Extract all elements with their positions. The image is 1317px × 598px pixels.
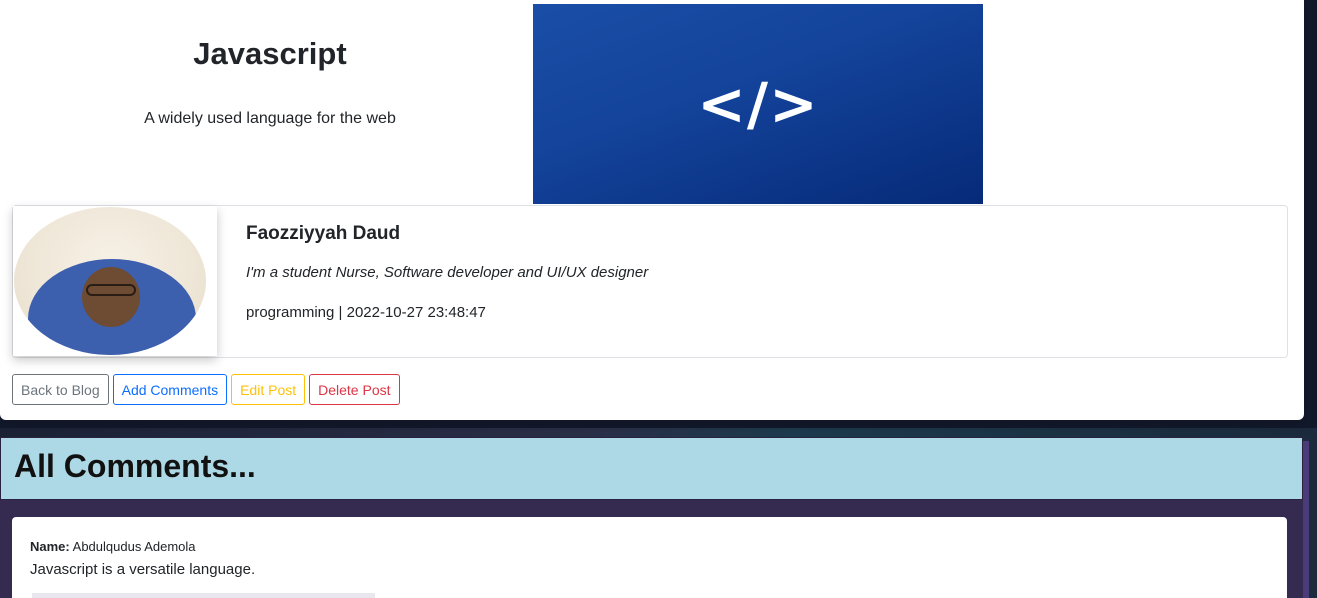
post-actions: Back to Blog Add Comments Edit Post Dele… xyxy=(12,374,400,405)
post-subtitle: A widely used language for the web xyxy=(144,110,396,127)
author-bio: I'm a student Nurse, Software developer … xyxy=(246,264,649,281)
avatar xyxy=(14,207,206,355)
add-comments-button[interactable]: Add Comments xyxy=(112,374,228,405)
comments-header: All Comments... xyxy=(0,437,1303,500)
avatar-frame xyxy=(13,206,217,356)
avatar-face-shape xyxy=(82,267,140,327)
code-brackets-icon: </> xyxy=(697,70,819,138)
comment-text: Javascript is a versatile language. xyxy=(30,561,256,578)
post-card: Javascript A widely used language for th… xyxy=(0,0,1304,420)
author-name: Faozziyyah Daud xyxy=(246,223,401,244)
author-card: Faozziyyah Daud I'm a student Nurse, Sof… xyxy=(12,205,1288,358)
comment-author: Name: Abdulqudus Ademola xyxy=(30,539,196,554)
back-to-blog-button[interactable]: Back to Blog xyxy=(12,374,109,405)
comment-author-name: Abdulqudus Ademola xyxy=(72,539,196,554)
edit-post-button[interactable]: Edit Post xyxy=(231,374,306,405)
avatar-glasses-shape xyxy=(86,284,136,296)
post-meta: programming | 2022-10-27 23:48:47 xyxy=(246,304,486,321)
comment-name-label: Name: xyxy=(30,539,70,554)
comments-heading: All Comments... xyxy=(14,448,256,484)
comments-section: All Comments... Name: Abdulqudus Ademola… xyxy=(0,437,1303,598)
post-cover-image: </> xyxy=(533,4,983,204)
next-comment-edge xyxy=(32,593,375,598)
delete-post-button[interactable]: Delete Post xyxy=(309,374,400,405)
comment-card: Name: Abdulqudus Ademola Javascript is a… xyxy=(12,517,1287,598)
post-title: Javascript xyxy=(193,36,347,71)
